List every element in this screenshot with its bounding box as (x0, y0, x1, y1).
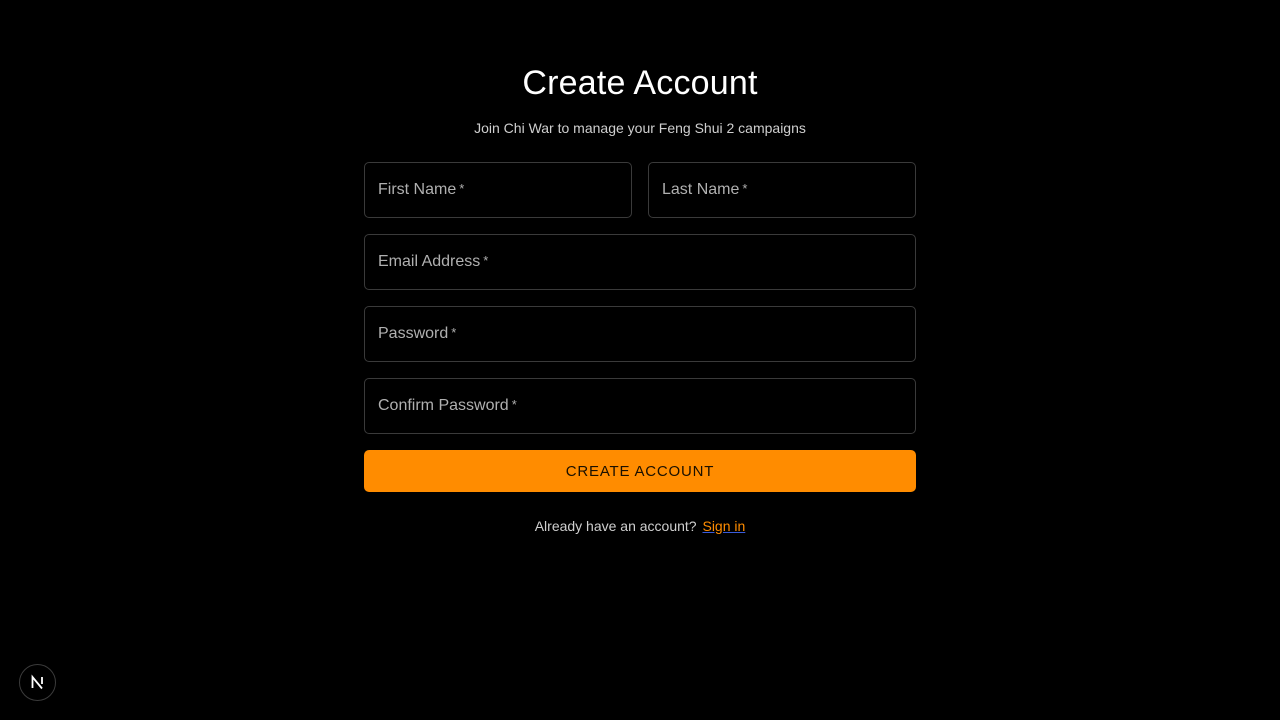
last-name-field[interactable]: Last Name * (648, 162, 916, 218)
page-subtitle: Join Chi War to manage your Feng Shui 2 … (474, 120, 806, 136)
nextjs-icon[interactable] (19, 664, 56, 701)
confirm-password-field[interactable]: Confirm Password * (364, 378, 916, 434)
signup-page: Create Account Join Chi War to manage yo… (0, 0, 1280, 720)
password-label: Password (378, 325, 449, 342)
confirm-password-label: Confirm Password (378, 397, 509, 414)
signin-prompt-text: Already have an account? (534, 518, 697, 534)
nextjs-logo-glyph (31, 674, 43, 690)
required-mark: * (459, 180, 465, 196)
email-field[interactable]: Email Address * (364, 234, 916, 290)
first-name-label: First Name (378, 181, 457, 198)
required-mark: * (511, 396, 517, 412)
last-name-label: Last Name (662, 181, 740, 198)
signin-link[interactable]: Sign in (702, 518, 745, 534)
first-name-field[interactable]: First Name * (364, 162, 632, 218)
password-field[interactable]: Password * (364, 306, 916, 362)
required-mark: * (451, 324, 457, 340)
required-mark: * (483, 252, 489, 268)
signin-prompt: Already have an account? Sign in (364, 518, 916, 534)
email-label: Email Address (378, 253, 481, 270)
page-title: Create Account (522, 64, 758, 102)
create-account-button[interactable]: CREATE ACCOUNT (364, 450, 916, 492)
required-mark: * (742, 180, 748, 196)
